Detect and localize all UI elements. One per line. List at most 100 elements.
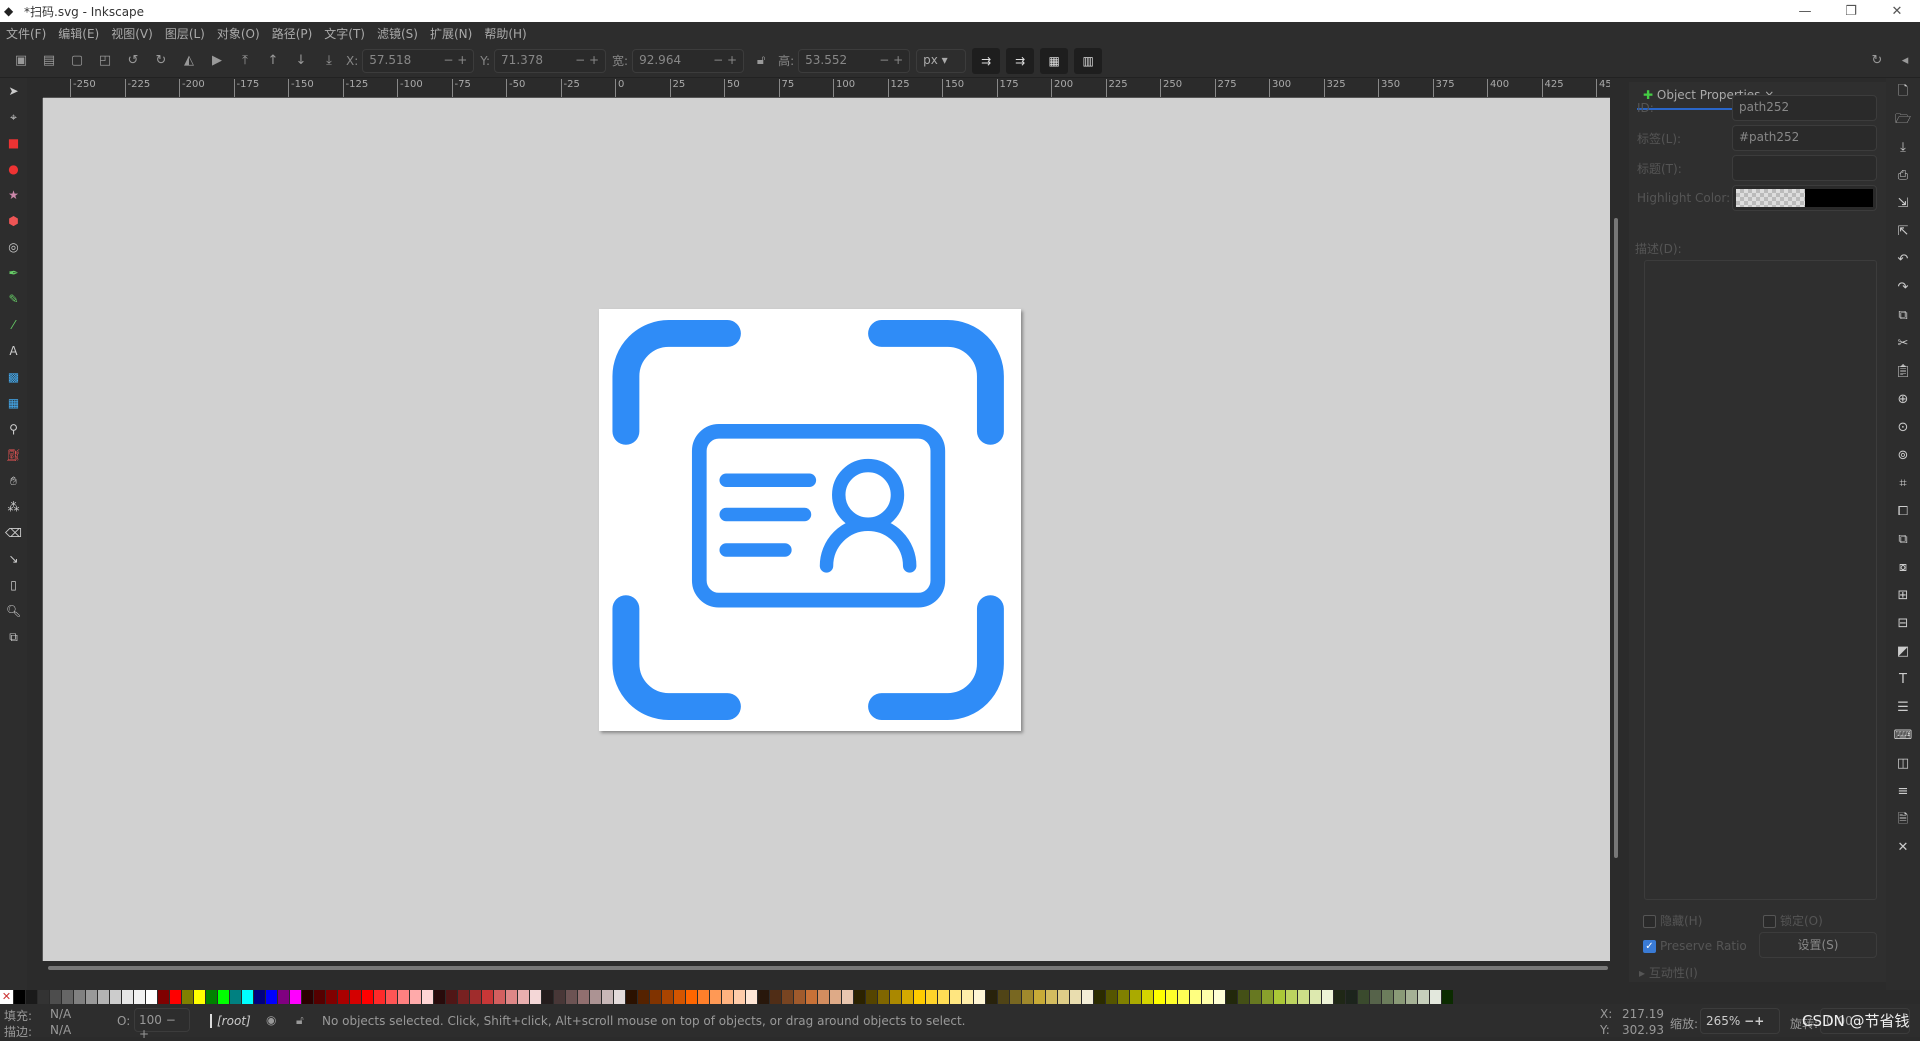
lock-checkbox[interactable]: 锁定(O): [1763, 912, 1823, 929]
color-swatch[interactable]: [1394, 990, 1406, 1004]
zoom-tool-icon[interactable]: 🔍︎: [0, 598, 27, 624]
redo-icon[interactable]: ↷: [1886, 274, 1920, 302]
menu-file[interactable]: 文件(F): [6, 25, 46, 42]
color-swatch[interactable]: [218, 990, 230, 1004]
color-swatch[interactable]: [14, 990, 26, 1004]
collapse-icon[interactable]: ◂: [1894, 50, 1916, 72]
color-swatch[interactable]: [326, 990, 338, 1004]
color-swatch[interactable]: [38, 990, 50, 1004]
color-swatch[interactable]: [866, 990, 878, 1004]
color-swatch[interactable]: [1058, 990, 1070, 1004]
color-swatch[interactable]: [722, 990, 734, 1004]
node-tool-icon[interactable]: ⌖: [0, 104, 27, 130]
color-swatch[interactable]: [410, 990, 422, 1004]
fill-value[interactable]: N/A: [50, 1007, 71, 1021]
color-swatch[interactable]: [362, 990, 374, 1004]
vertical-scrollbar[interactable]: [1610, 98, 1622, 961]
color-swatch[interactable]: [998, 990, 1010, 1004]
width-input[interactable]: 92.964− +: [632, 48, 745, 73]
rect-tool-icon[interactable]: ■: [0, 130, 27, 156]
calligraphy-tool-icon[interactable]: ⁄: [0, 312, 27, 338]
color-swatch[interactable]: [398, 990, 410, 1004]
color-swatch[interactable]: [902, 990, 914, 1004]
menu-text[interactable]: 文字(T): [324, 25, 365, 42]
color-swatch[interactable]: [986, 990, 998, 1004]
layer-visibility-icon[interactable]: ◉: [266, 1013, 276, 1027]
color-swatch[interactable]: [50, 990, 62, 1004]
color-swatch[interactable]: [1130, 990, 1142, 1004]
color-swatch[interactable]: [1010, 990, 1022, 1004]
select-same-icon[interactable]: ◰: [94, 50, 116, 72]
pen-tool-icon[interactable]: ✒: [0, 260, 27, 286]
save-icon[interactable]: ⤓: [1886, 134, 1920, 162]
close-button[interactable]: ✕: [1874, 4, 1920, 19]
color-swatch[interactable]: [854, 990, 866, 1004]
color-swatch[interactable]: [950, 990, 962, 1004]
color-swatch[interactable]: [1082, 990, 1094, 1004]
color-swatch[interactable]: [86, 990, 98, 1004]
highlight-color-button[interactable]: [1732, 185, 1877, 211]
fill-stroke-icon[interactable]: ◩: [1886, 638, 1920, 666]
print-icon[interactable]: ⎙: [1886, 162, 1920, 190]
color-palette[interactable]: ✕: [0, 990, 1920, 1004]
lock-ratio-icon[interactable]: 🔓︎: [750, 50, 772, 72]
xml-editor-icon[interactable]: ⌨: [1886, 722, 1920, 750]
color-swatch[interactable]: [806, 990, 818, 1004]
color-swatch[interactable]: [1418, 990, 1430, 1004]
color-swatch[interactable]: [290, 990, 302, 1004]
preferences-icon[interactable]: ✕: [1886, 834, 1920, 862]
color-swatch[interactable]: [578, 990, 590, 1004]
color-swatch[interactable]: [1034, 990, 1046, 1004]
color-swatch[interactable]: [926, 990, 938, 1004]
dropper-tool-icon[interactable]: ⚲: [0, 416, 27, 442]
document-page[interactable]: [599, 309, 1021, 731]
color-swatch[interactable]: [374, 990, 386, 1004]
color-swatch[interactable]: [1442, 990, 1454, 1004]
3dbox-tool-icon[interactable]: ⬢: [0, 208, 27, 234]
color-swatch[interactable]: [842, 990, 854, 1004]
tweak-tool-icon[interactable]: ✋︎: [0, 468, 27, 494]
color-swatch[interactable]: [1214, 990, 1226, 1004]
select-all-icon[interactable]: ▣: [10, 50, 32, 72]
layers-icon[interactable]: ☰: [1886, 694, 1920, 722]
scale-stroke-icon[interactable]: ⇉: [972, 47, 1001, 74]
color-swatch[interactable]: [938, 990, 950, 1004]
color-swatch[interactable]: [1226, 990, 1238, 1004]
color-swatch[interactable]: [1298, 990, 1310, 1004]
ellipse-tool-icon[interactable]: ●: [0, 156, 27, 182]
unlink-clone-icon[interactable]: ⧇: [1886, 554, 1920, 582]
rotate-cw-icon[interactable]: ↻: [150, 50, 172, 72]
color-swatch[interactable]: [1274, 990, 1286, 1004]
connector-tool-icon[interactable]: ↘: [0, 546, 27, 572]
color-swatch[interactable]: [1202, 990, 1214, 1004]
pages-tool-icon[interactable]: ▯: [0, 572, 27, 598]
restore-button[interactable]: ❐: [1828, 4, 1874, 19]
color-swatch[interactable]: [1178, 990, 1190, 1004]
clone-icon[interactable]: ⧉: [1886, 526, 1920, 554]
color-swatch[interactable]: [1382, 990, 1394, 1004]
color-swatch[interactable]: [1094, 990, 1106, 1004]
zoom-input[interactable]: 265% −+: [1700, 1008, 1780, 1034]
color-swatch[interactable]: [1262, 990, 1274, 1004]
zoom-page-icon[interactable]: ⊚: [1886, 442, 1920, 470]
color-swatch[interactable]: [98, 990, 110, 1004]
color-swatch[interactable]: [1166, 990, 1178, 1004]
transform-patterns-icon[interactable]: ▥: [1074, 47, 1103, 74]
color-swatch[interactable]: [254, 990, 266, 1004]
color-swatch[interactable]: [1142, 990, 1154, 1004]
ungroup-icon[interactable]: ⊟: [1886, 610, 1920, 638]
scale-corners-icon[interactable]: ⇉: [1006, 47, 1035, 74]
menu-layer[interactable]: 图层(L): [165, 25, 205, 42]
color-swatch[interactable]: [1334, 990, 1346, 1004]
spiral-tool-icon[interactable]: ◎: [0, 234, 27, 260]
color-swatch[interactable]: [122, 990, 134, 1004]
color-swatch[interactable]: [710, 990, 722, 1004]
color-swatch[interactable]: [26, 990, 38, 1004]
color-swatch[interactable]: [338, 990, 350, 1004]
new-document-icon[interactable]: 🗋︎: [1886, 78, 1920, 106]
horizontal-scrollbar[interactable]: [43, 961, 1610, 975]
group-icon[interactable]: ⊞: [1886, 582, 1920, 610]
paste-icon[interactable]: 📋︎: [1886, 358, 1920, 386]
color-swatch[interactable]: [638, 990, 650, 1004]
color-swatch[interactable]: [314, 990, 326, 1004]
